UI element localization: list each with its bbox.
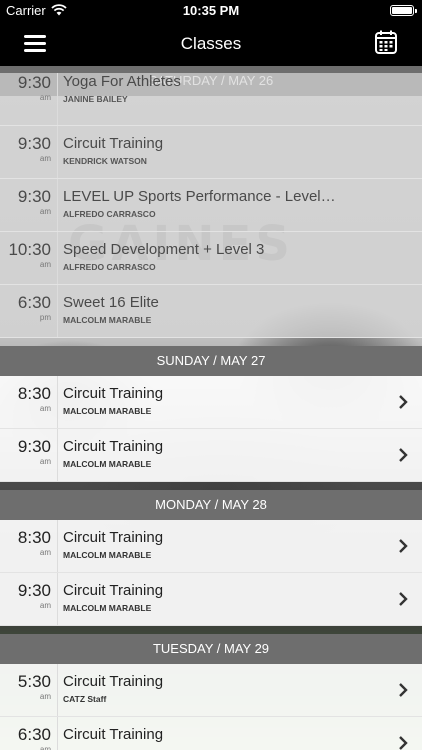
instructor-name: MALCOLM MARABLE [63,550,152,560]
row-divider [57,232,58,284]
row-divider [57,664,58,716]
class-name: Circuit Training [63,529,164,546]
chevron-right-icon [399,736,408,750]
class-time: 8:30 [17,384,51,403]
class-time: 9:30 [17,437,51,456]
class-ampm: am [39,207,51,216]
class-name: Circuit Training [63,673,164,690]
class-name: Circuit Training [63,135,164,152]
class-name: LEVEL UP Sports Performance - Level… [63,188,336,205]
class-ampm: am [39,154,51,163]
class-name: Circuit Training [63,385,164,402]
row-divider [57,573,58,625]
class-name: Circuit Training [63,438,164,455]
class-name: Sweet 16 Elite [63,294,159,311]
row-divider [57,429,58,481]
status-bar: Carrier 10:35 PM [0,0,422,22]
instructor-name: CATZ Staff [63,694,107,704]
instructor-name: MALCOLM MARABLE [63,603,152,613]
class-row[interactable]: 5:30 am Circuit Training CATZ Staff [0,664,422,717]
class-row[interactable]: 8:30 am Circuit Training MALCOLM MARABLE [0,520,422,573]
chevron-right-icon [399,448,408,462]
class-ampm: am [39,745,51,750]
photo-gap [0,626,422,634]
calendar-icon[interactable] [375,30,397,54]
class-row: 6:30 pm Sweet 16 Elite MALCOLM MARABLE [0,285,422,338]
class-time: 9:30 [17,187,51,206]
class-row: 9:30 am Circuit Training KENDRICK WATSON [0,126,422,179]
instructor-name: KENDRICK WATSON [63,156,147,166]
class-row: 9:30 am LEVEL UP Sports Performance - Le… [0,179,422,232]
row-divider [57,717,58,750]
instructor-name: ALFREDO CARRASCO [63,262,156,272]
instructor-name: MALCOLM MARABLE [63,406,152,416]
class-time: 6:30 [17,725,51,744]
class-time: 9:30 [17,73,51,92]
row-divider [57,179,58,231]
instructor-name: MALCOLM MARABLE [63,459,152,469]
class-time: 10:30 [8,240,51,259]
section-header-monday: MONDAY / MAY 28 [0,490,422,520]
chevron-right-icon [399,592,408,606]
class-ampm: am [39,692,51,701]
instructor-name: MALCOLM MARABLE [63,315,152,325]
class-name: Yoga For Athletes [63,73,181,90]
row-divider [57,520,58,572]
chevron-right-icon [399,395,408,409]
chevron-right-icon [399,683,408,697]
class-row[interactable]: 8:30 am Circuit Training MALCOLM MARABLE [0,376,422,429]
row-divider [57,376,58,428]
class-time: 6:30 [17,293,51,312]
class-name: Circuit Training [63,726,164,743]
class-time: 5:30 [17,672,51,691]
class-time: 9:30 [17,134,51,153]
photo-gap [0,482,422,490]
class-ampm: am [39,404,51,413]
class-ampm: am [39,260,51,269]
class-ampm: am [39,548,51,557]
photo-gap [0,338,422,346]
class-ampm: am [39,457,51,466]
class-time: 8:30 [17,528,51,547]
class-row: 10:30 am Speed Development + Level 3 ALF… [0,232,422,285]
battery-icon [390,5,417,16]
status-time: 10:35 PM [182,3,240,18]
class-row: 9:30 am Yoga For Athletes JANINE BAILEY [0,73,422,126]
row-divider [57,285,58,337]
section-header-sunday: SUNDAY / MAY 27 [0,346,422,376]
class-schedule-list[interactable]: SATURDAY / MAY 26 9:30 am Yoga For Athle… [0,66,422,750]
row-divider [57,126,58,178]
class-row[interactable]: 9:30 am Circuit Training MALCOLM MARABLE [0,429,422,482]
class-name: Speed Development + Level 3 [63,241,265,258]
section-header-tuesday: TUESDAY / MAY 29 [0,634,422,664]
navigation-bar: Classes [0,22,422,66]
class-name: Circuit Training [63,582,164,599]
class-row[interactable]: 9:30 am Circuit Training MALCOLM MARABLE [0,573,422,626]
class-ampm: am [39,601,51,610]
page-title: Classes [180,34,242,53]
chevron-right-icon [399,539,408,553]
class-time: 9:30 [17,581,51,600]
row-divider [57,73,58,125]
instructor-name: JANINE BAILEY [63,94,128,104]
class-row[interactable]: 6:30 am Circuit Training [0,717,422,750]
class-ampm: am [39,93,51,102]
class-ampm: pm [39,313,51,322]
instructor-name: ALFREDO CARRASCO [63,209,156,219]
